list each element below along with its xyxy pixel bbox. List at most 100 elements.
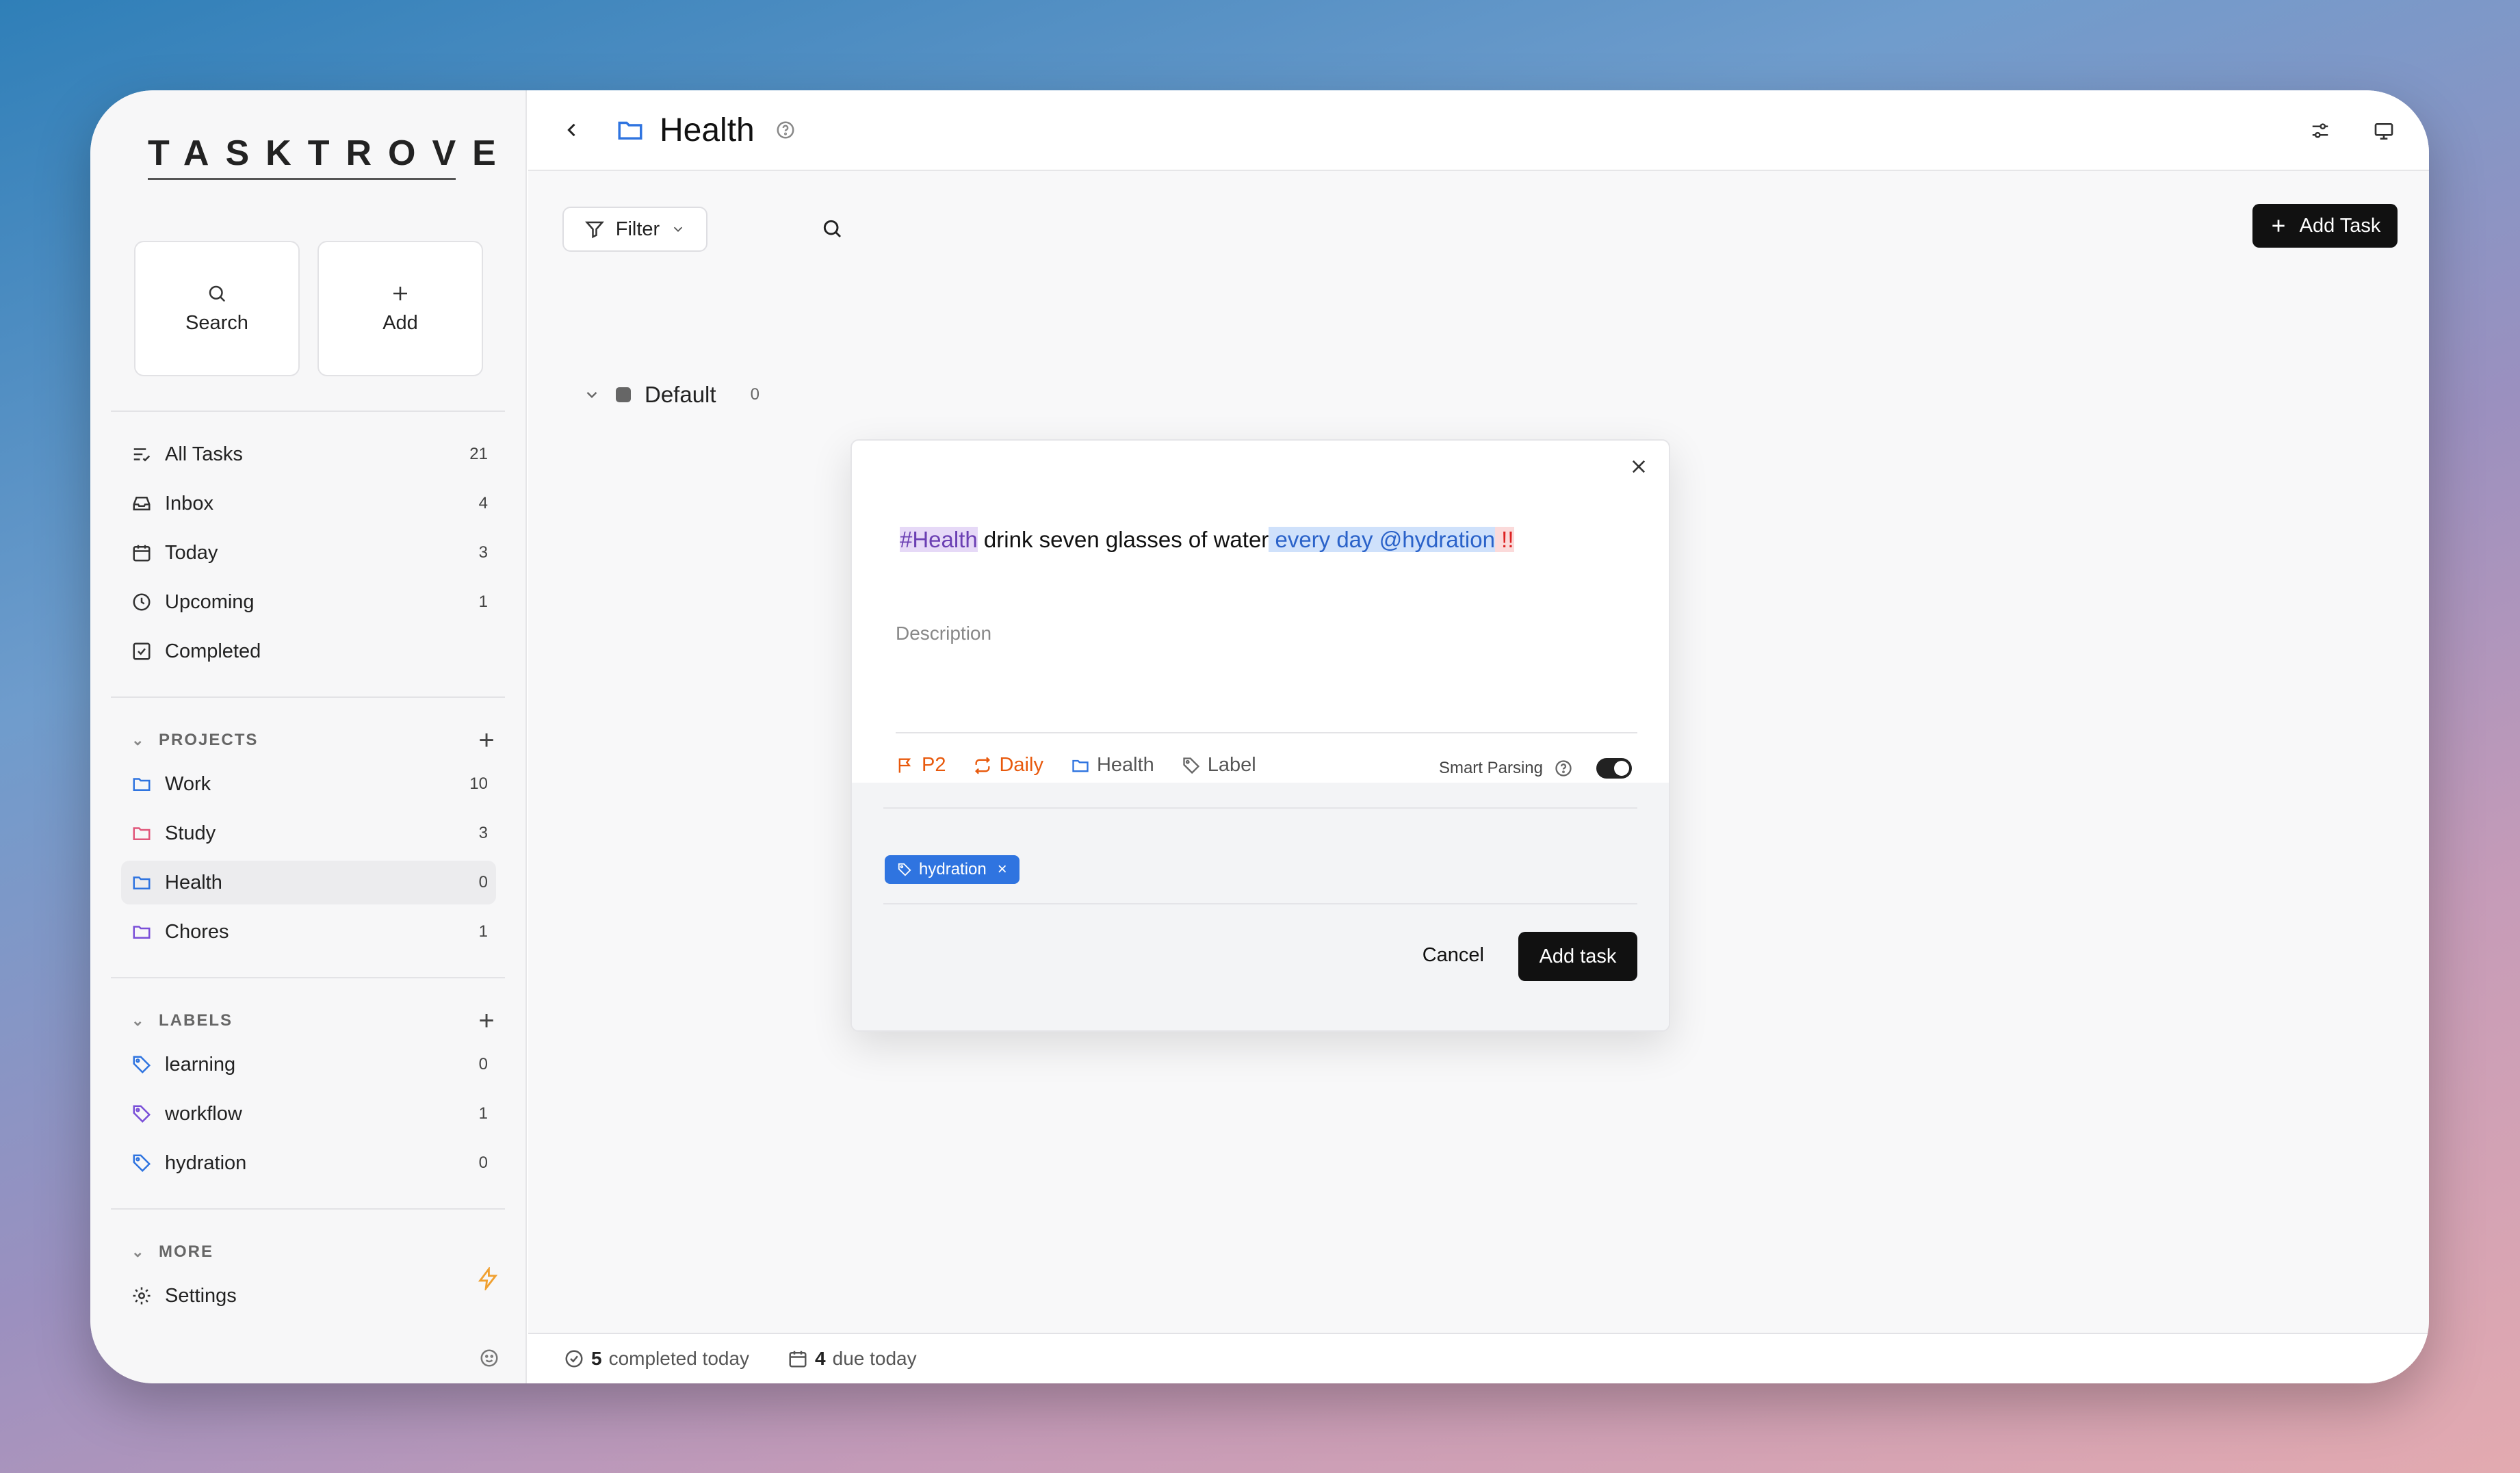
project-chip[interactable]: Health: [1071, 754, 1154, 777]
footer-divider: [883, 903, 1637, 904]
priority-chip[interactable]: P2: [896, 754, 946, 777]
parsed-label-token: @hydration: [1373, 527, 1495, 552]
help-icon[interactable]: [1554, 759, 1573, 778]
completed-today-status: 5 completed today: [564, 1348, 749, 1370]
smart-parsing-control: Smart Parsing: [1439, 758, 1632, 779]
selected-label-tag: hydration ×: [885, 855, 1019, 884]
group-color-dot: [616, 387, 631, 402]
parsed-priority-token: !!: [1494, 527, 1514, 552]
sidebar-item-count: 0: [478, 1153, 488, 1172]
list-check-icon: [121, 444, 162, 465]
search-icon[interactable]: [821, 218, 843, 239]
add-task-dialog: #Health drink seven glasses of water eve…: [850, 439, 1670, 1032]
due-count: 4: [815, 1348, 826, 1369]
sidebar-divider: [111, 410, 505, 412]
filter-button[interactable]: Filter: [562, 207, 707, 252]
add-task-header-button[interactable]: Add Task: [2252, 204, 2398, 248]
sidebar: TASKTROVE Search Add All Tasks 21 Inbox …: [90, 90, 527, 1383]
chevron-down-icon: ⌄: [131, 731, 146, 748]
monitor-icon[interactable]: [2373, 120, 2395, 142]
add-project-button[interactable]: +: [473, 725, 501, 756]
sidebar-item-hydration[interactable]: hydration 0: [121, 1141, 496, 1185]
recurrence-chip[interactable]: Daily: [973, 754, 1043, 777]
smart-parsing-toggle[interactable]: [1596, 758, 1632, 779]
labels-section-header[interactable]: ⌄ LABELS +: [131, 1004, 501, 1037]
label-chip[interactable]: Label: [1182, 754, 1256, 777]
sidebar-item-chores[interactable]: Chores 1: [121, 910, 496, 954]
projects-section-header[interactable]: ⌄ PROJECTS +: [131, 724, 501, 757]
sidebar-item-label: Study: [165, 822, 216, 844]
sidebar-item-upcoming[interactable]: Upcoming 1: [121, 580, 496, 624]
flag-icon: [896, 756, 915, 775]
add-button[interactable]: Add: [317, 241, 483, 376]
sidebar-item-label: Chores: [165, 920, 229, 943]
tag-icon: [1182, 756, 1201, 775]
search-button-label: Search: [185, 311, 248, 334]
group-header-default[interactable]: Default 0: [583, 382, 759, 408]
sidebar-item-count: 4: [478, 494, 488, 512]
sidebar-divider: [111, 977, 505, 978]
folder-icon: [616, 116, 645, 144]
sidebar-item-label: workflow: [165, 1102, 242, 1125]
folder-icon: [1071, 756, 1090, 775]
help-icon[interactable]: [775, 120, 796, 140]
sidebar-item-label: hydration: [165, 1151, 247, 1174]
more-section-header[interactable]: ⌄ MORE: [131, 1236, 501, 1268]
plus-icon: [2270, 217, 2287, 235]
sidebar-item-learning[interactable]: learning 0: [121, 1043, 496, 1086]
sidebar-item-study[interactable]: Study 3: [121, 811, 496, 855]
app-logo: TASKTROVE: [148, 133, 496, 180]
add-button-label: Add: [382, 311, 418, 334]
sidebar-item-label: Work: [165, 772, 211, 795]
tag-icon: [121, 1153, 162, 1173]
sidebar-item-label: learning: [165, 1053, 236, 1076]
chevron-down-icon: [583, 386, 601, 404]
sidebar-item-settings[interactable]: Settings: [121, 1274, 496, 1318]
priority-chip-label: P2: [922, 754, 946, 776]
header: Health: [528, 90, 2429, 171]
tag-icon: [121, 1054, 162, 1075]
sidebar-item-label: All Tasks: [165, 443, 243, 465]
sidebar-item-health[interactable]: Health 0: [121, 861, 496, 904]
sidebar-item-count: 0: [478, 1055, 488, 1073]
sidebar-item-inbox[interactable]: Inbox 4: [121, 482, 496, 525]
sidebar-item-count: 3: [478, 824, 488, 842]
filter-label: Filter: [615, 218, 660, 240]
cancel-button[interactable]: Cancel: [1423, 944, 1484, 967]
project-chip-label: Health: [1096, 754, 1154, 776]
sidebar-item-today[interactable]: Today 3: [121, 531, 496, 575]
projects-heading: PROJECTS: [159, 731, 259, 749]
page-title: Health: [660, 112, 755, 148]
sidebar-divider: [111, 1208, 505, 1210]
repeat-icon: [973, 756, 992, 775]
dialog-footer: [852, 783, 1669, 1030]
more-heading: MORE: [159, 1242, 213, 1261]
sidebar-item-count: 3: [478, 543, 488, 562]
folder-icon: [121, 774, 162, 794]
lightning-icon[interactable]: [476, 1267, 499, 1290]
sidebar-item-label: Upcoming: [165, 590, 255, 613]
back-button[interactable]: [562, 120, 582, 140]
close-icon[interactable]: [1629, 457, 1648, 476]
smiley-icon[interactable]: [479, 1348, 499, 1368]
sidebar-item-completed[interactable]: Completed: [121, 629, 496, 673]
due-today-status: 4 due today: [788, 1348, 917, 1370]
add-task-button[interactable]: Add task: [1518, 932, 1637, 981]
check-circle-icon: [564, 1348, 584, 1369]
gear-icon: [121, 1286, 162, 1306]
sidebar-item-workflow[interactable]: workflow 1: [121, 1092, 496, 1136]
sidebar-item-label: Health: [165, 871, 222, 894]
sidebar-item-label: Inbox: [165, 492, 213, 514]
remove-label-button[interactable]: ×: [998, 860, 1007, 879]
sidebar-item-work[interactable]: Work 10: [121, 762, 496, 806]
search-button[interactable]: Search: [134, 241, 300, 376]
parsed-date-token: every day: [1269, 527, 1373, 552]
labels-heading: LABELS: [159, 1011, 233, 1030]
add-label-button[interactable]: +: [473, 1006, 501, 1037]
task-title-input[interactable]: #Health drink seven glasses of water eve…: [900, 527, 1514, 553]
sidebar-item-all-tasks[interactable]: All Tasks 21: [121, 432, 496, 476]
sliders-icon[interactable]: [2310, 120, 2330, 141]
description-input[interactable]: Description: [896, 623, 991, 644]
sidebar-item-count: 10: [469, 774, 488, 793]
label-chip-label: Label: [1207, 754, 1256, 776]
